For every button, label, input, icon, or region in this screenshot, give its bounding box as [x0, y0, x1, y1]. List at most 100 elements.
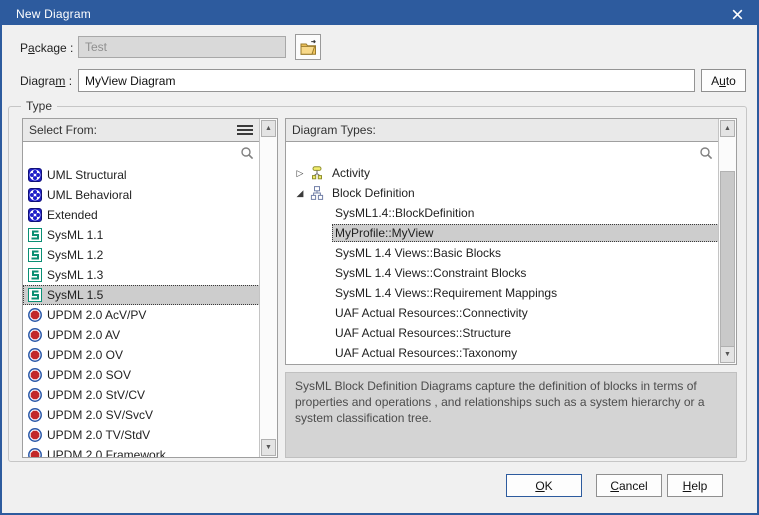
tree-item-label: UAF Actual Resources::Structure: [332, 324, 719, 342]
scroll-down-button[interactable]: ▼: [720, 346, 735, 363]
tree-item-label: SysML1.4::BlockDefinition: [332, 204, 719, 222]
tree-item-label: SysML 1.4 Views::Basic Blocks: [332, 244, 719, 262]
list-item-label: UPDM 2.0 AV: [47, 328, 120, 342]
list-item[interactable]: SysML 1.1: [23, 225, 260, 245]
scroll-up-icon: ▲: [724, 125, 731, 132]
tree-expanded-icon[interactable]: ◢: [293, 188, 307, 199]
tree-item-parent[interactable]: ▷ Activity: [286, 163, 719, 183]
updm-profile-icon: [28, 428, 42, 442]
tree-item-parent[interactable]: ◢ Block Definition: [286, 183, 719, 203]
diagram-types-panel: Diagram Types: ▷ Activity ◢ Block Defini…: [285, 118, 737, 365]
tree-item[interactable]: SysML 1.4 Views::Basic Blocks: [286, 243, 719, 263]
tree-item-selected[interactable]: MyProfile::MyView: [286, 223, 719, 243]
technology-list: UML Structural UML Behavioral Extended S…: [23, 165, 260, 457]
updm-profile-icon: [28, 408, 42, 422]
scroll-down-icon: ▼: [265, 444, 272, 451]
tree-item[interactable]: UAF Actual Resources::Structure: [286, 323, 719, 343]
list-item[interactable]: UPDM 2.0 TV/StdV: [23, 425, 260, 445]
updm-profile-icon: [28, 348, 42, 362]
list-item-label: SysML 1.5: [47, 288, 103, 302]
tree-item-label: UAF Actual Resources::Connectivity: [332, 304, 719, 322]
select-from-header: Select From:: [23, 119, 260, 142]
select-from-header-label: Select From:: [29, 123, 97, 137]
list-item[interactable]: SysML 1.3: [23, 265, 260, 285]
list-item[interactable]: UPDM 2.0 AcV/PV: [23, 305, 260, 325]
tree-item-label: SysML 1.4 Views::Constraint Blocks: [332, 264, 719, 282]
tree-item[interactable]: SysML1.4::BlockDefinition: [286, 203, 719, 223]
tree-item-label: Activity: [329, 164, 373, 182]
list-item-label: UPDM 2.0 SV/SvcV: [47, 408, 153, 422]
package-label: Package :: [20, 41, 73, 55]
updm-profile-icon: [28, 328, 42, 342]
list-item-label: UPDM 2.0 StV/CV: [47, 388, 145, 402]
list-item-selected[interactable]: SysML 1.5: [23, 285, 260, 305]
type-groupbox-label: Type: [21, 99, 57, 113]
updm-profile-icon: [28, 448, 42, 457]
list-item-label: UPDM 2.0 OV: [47, 348, 123, 362]
tree-item-label: MyProfile::MyView: [332, 224, 719, 242]
list-item[interactable]: UPDM 2.0 AV: [23, 325, 260, 345]
list-item[interactable]: UPDM 2.0 SOV: [23, 365, 260, 385]
list-item-label: UML Structural: [47, 168, 127, 182]
list-item[interactable]: UML Structural: [23, 165, 260, 185]
tree-collapsed-icon[interactable]: ▷: [293, 168, 307, 179]
cancel-button[interactable]: Cancel: [596, 474, 662, 497]
list-item-label: SysML 1.1: [47, 228, 103, 242]
scroll-down-icon: ▼: [724, 351, 731, 358]
scroll-up-icon: ▲: [265, 125, 272, 132]
search-icon[interactable]: [699, 146, 713, 160]
diagram-name-input[interactable]: [78, 69, 695, 92]
tree-item[interactable]: UAF Actual Resources::Taxonomy: [286, 343, 719, 363]
help-button[interactable]: Help: [667, 474, 723, 497]
diagram-types-tree: ▷ Activity ◢ Block Definition SysML1.4::…: [286, 163, 719, 364]
select-from-search-row: [23, 142, 260, 164]
select-from-scrollbar[interactable]: ▲ ▼: [259, 119, 277, 457]
list-item[interactable]: UPDM 2.0 Framework: [23, 445, 260, 457]
diagram-types-search-row: [286, 142, 719, 164]
folder-icon: [299, 39, 318, 56]
diagram-label: Diagram :: [20, 74, 72, 88]
tree-item[interactable]: UAF Actual Resources::Connectivity: [286, 303, 719, 323]
updm-profile-icon: [28, 308, 42, 322]
list-item[interactable]: Extended: [23, 205, 260, 225]
sysml-profile-icon: [28, 268, 42, 282]
uml-profile-icon: [28, 188, 42, 202]
title-bar: New Diagram: [2, 2, 757, 25]
list-item[interactable]: UPDM 2.0 StV/CV: [23, 385, 260, 405]
block-definition-icon: [310, 186, 324, 200]
tree-item[interactable]: SysML 1.4 Views::Constraint Blocks: [286, 263, 719, 283]
close-button[interactable]: [727, 5, 747, 23]
list-item-label: UPDM 2.0 AcV/PV: [47, 308, 146, 322]
browse-package-button[interactable]: [295, 34, 321, 60]
ok-button[interactable]: OK: [506, 474, 582, 497]
updm-profile-icon: [28, 368, 42, 382]
list-item-label: UML Behavioral: [47, 188, 132, 202]
list-item[interactable]: SysML 1.2: [23, 245, 260, 265]
hamburger-menu-icon[interactable]: [236, 124, 254, 136]
tree-item-label: UAF Actual Resources::Taxonomy: [332, 344, 719, 362]
sysml-profile-icon: [28, 248, 42, 262]
list-item[interactable]: UPDM 2.0 SV/SvcV: [23, 405, 260, 425]
search-icon[interactable]: [240, 146, 254, 160]
scroll-up-button[interactable]: ▲: [720, 120, 735, 137]
list-item-label: SysML 1.3: [47, 268, 103, 282]
select-from-panel: Select From: UML Structural UML Behavior…: [22, 118, 278, 458]
sysml-profile-icon: [28, 288, 42, 302]
auto-button[interactable]: Auto: [701, 69, 746, 92]
scrollbar-thumb[interactable]: [720, 171, 735, 349]
package-field[interactable]: [78, 36, 286, 58]
diagram-types-header-label: Diagram Types:: [292, 123, 376, 137]
list-item[interactable]: UML Behavioral: [23, 185, 260, 205]
list-item[interactable]: UPDM 2.0 OV: [23, 345, 260, 365]
list-item-label: UPDM 2.0 Framework: [47, 448, 166, 457]
diagram-type-description: SysML Block Definition Diagrams capture …: [285, 372, 737, 458]
diagram-types-header: Diagram Types:: [286, 119, 719, 142]
new-diagram-dialog: New Diagram Package : Diagram : Auto Typ…: [0, 0, 759, 515]
list-item-label: UPDM 2.0 TV/StdV: [47, 428, 150, 442]
diagram-types-scrollbar[interactable]: ▲ ▼: [718, 119, 736, 364]
tree-item-label: SysML 1.4 Views::Requirement Mappings: [332, 284, 719, 302]
scroll-up-button[interactable]: ▲: [261, 120, 276, 137]
scroll-down-button[interactable]: ▼: [261, 439, 276, 456]
tree-item[interactable]: SysML 1.4 Views::Requirement Mappings: [286, 283, 719, 303]
activity-diagram-icon: [310, 166, 324, 180]
